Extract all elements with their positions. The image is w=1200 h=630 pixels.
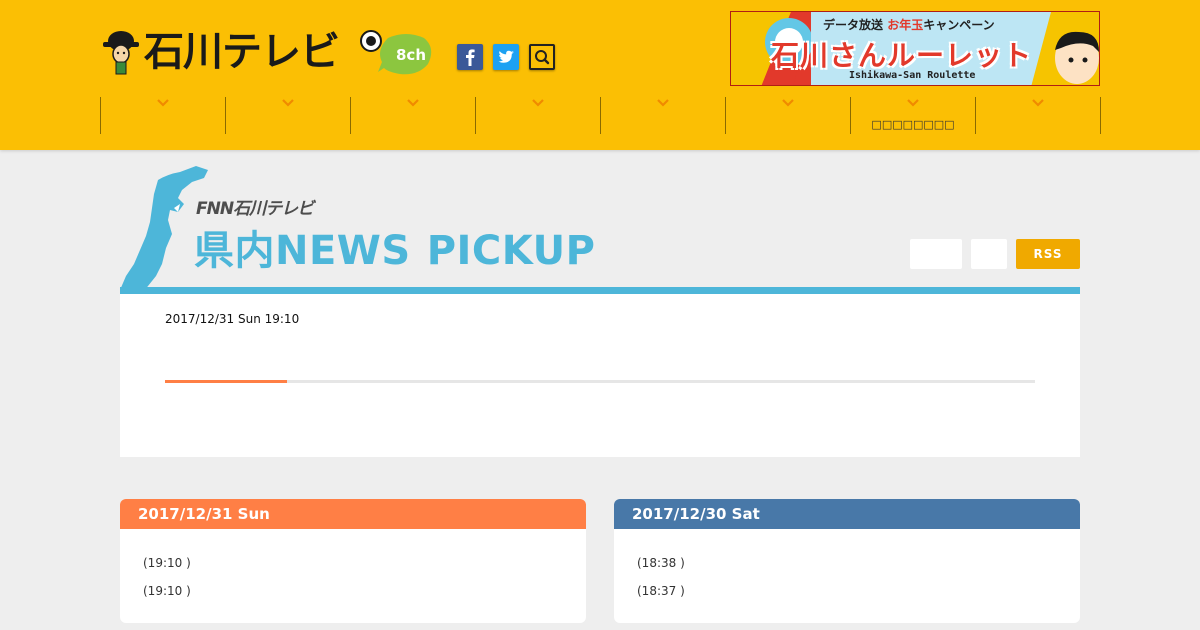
- logo-text: 石川テレビ: [144, 29, 340, 75]
- search-button[interactable]: [529, 44, 555, 70]
- latest-news-panel: 2017/12/31 Sun 19:10: [120, 294, 1080, 457]
- nav-item-5[interactable]: [601, 97, 726, 134]
- page-title-jp: 県内NEWS: [194, 228, 411, 274]
- page-title: 県内NEWS PICKUP: [194, 227, 595, 275]
- fnn-brand: FNN石川テレビ: [196, 199, 314, 219]
- chevron-down-icon: [657, 99, 669, 107]
- day-card-date: 2017/12/31 Sun: [120, 499, 586, 529]
- rss-button[interactable]: RSS: [1016, 239, 1080, 269]
- print-button[interactable]: [971, 239, 1007, 269]
- latest-news-datetime: 2017/12/31 Sun 19:10: [165, 312, 300, 326]
- nav-item-6[interactable]: [726, 97, 851, 134]
- banner-headline-highlight: お年玉: [887, 18, 924, 32]
- banner-headline-suffix: キャンペーン: [923, 18, 995, 32]
- slideshow-progress-fill: [165, 380, 287, 383]
- twitter-icon: [498, 50, 514, 63]
- chevron-down-icon: [532, 99, 544, 107]
- nav-label: □□□□□□□□: [871, 118, 955, 131]
- day-card: 2017/12/31 Sun (19:10 ) (19:10 ): [120, 499, 586, 623]
- nav-item-8[interactable]: [976, 97, 1101, 134]
- title-divider: [120, 287, 1080, 294]
- day-card-date: 2017/12/30 Sat: [614, 499, 1080, 529]
- roulette-campaign-banner[interactable]: データ放送 お年玉キャンペーン 石川さんルーレット Ishikawa-San R…: [730, 11, 1100, 86]
- page-title-en: PICKUP: [426, 228, 596, 274]
- chevron-down-icon: [282, 99, 294, 107]
- day-news-list: (18:38 ) (18:37 ): [614, 529, 1080, 605]
- share-button[interactable]: [910, 239, 962, 269]
- global-nav: □□□□□□□□: [100, 97, 1101, 134]
- list-item[interactable]: (18:38 ): [637, 549, 1080, 577]
- banner-title: 石川さんルーレット: [771, 39, 1033, 72]
- day-news-list: (19:10 ) (19:10 ): [120, 529, 586, 605]
- site-logo[interactable]: 石川テレビ 8ch: [100, 26, 440, 78]
- banner-headline: データ放送 お年玉キャンペーン: [823, 16, 995, 33]
- channel-badge: 8ch: [396, 46, 427, 64]
- list-item[interactable]: (19:10 ): [143, 577, 586, 605]
- mascot-face-icon: [1055, 31, 1099, 84]
- nav-item-2[interactable]: [226, 97, 351, 134]
- chevron-down-icon: [782, 99, 794, 107]
- site-header: 石川テレビ 8ch データ放送 お年玉キャンペーン 石川さんルーレット Ishi…: [0, 0, 1200, 150]
- facebook-icon: [466, 49, 475, 66]
- banner-subtitle: Ishikawa-San Roulette: [849, 70, 976, 81]
- chevron-down-icon: [157, 99, 169, 107]
- nav-item-3[interactable]: [351, 97, 476, 134]
- search-icon: [535, 50, 550, 65]
- chevron-down-icon: [907, 99, 919, 107]
- banner-headline-prefix: データ放送: [823, 18, 884, 32]
- twitter-button[interactable]: [493, 44, 519, 70]
- facebook-button[interactable]: [457, 44, 483, 70]
- list-item[interactable]: (18:37 ): [637, 577, 1080, 605]
- nav-item-4[interactable]: [476, 97, 601, 134]
- nav-item-1[interactable]: [101, 97, 226, 134]
- chevron-down-icon: [1032, 99, 1044, 107]
- chevron-down-icon: [407, 99, 419, 107]
- nav-item-7[interactable]: □□□□□□□□: [851, 97, 976, 134]
- mascot-icon: [103, 31, 139, 75]
- list-item[interactable]: (19:10 ): [143, 549, 586, 577]
- slideshow-progress-track: [165, 380, 1035, 383]
- day-card: 2017/12/30 Sat (18:38 ) (18:37 ): [614, 499, 1080, 623]
